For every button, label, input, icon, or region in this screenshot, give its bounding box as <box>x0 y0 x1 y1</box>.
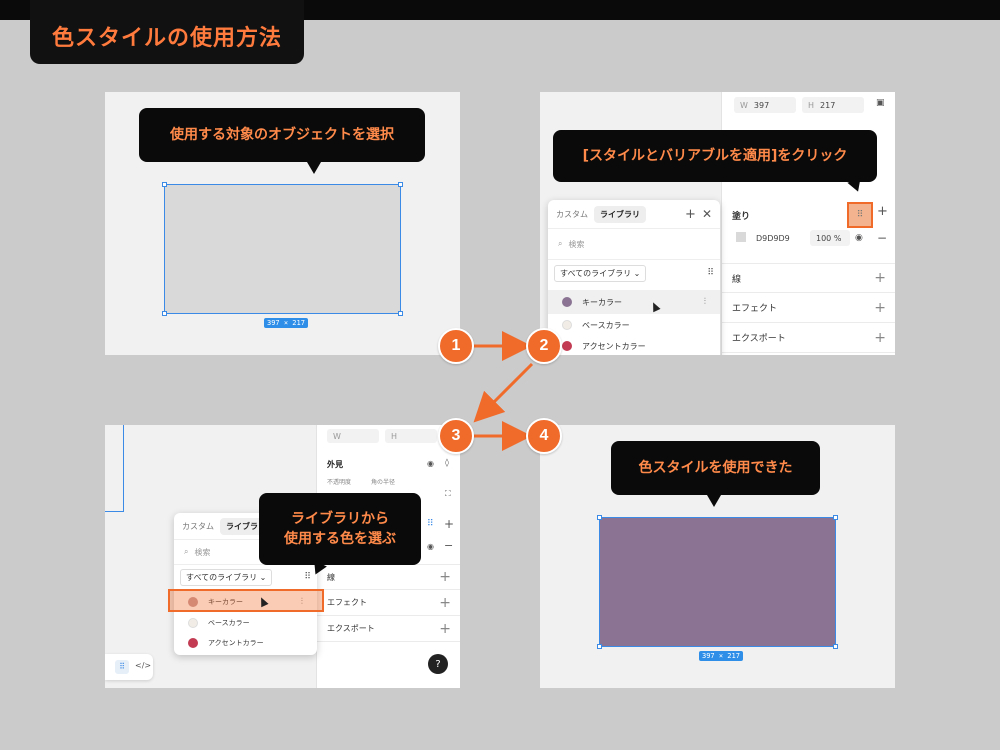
eye-icon[interactable]: ◉ <box>427 459 434 468</box>
callout-style-applied: 色スタイルを使用できた <box>611 441 820 507</box>
list-item-base-color[interactable]: ベースカラー <box>548 314 720 336</box>
grid-view-icon[interactable]: ⠿ <box>707 268 714 278</box>
design-mode-icon[interactable]: ⠿ <box>115 660 129 674</box>
library-dropdown[interactable]: すべてのライブラリ ⌄ <box>180 568 273 586</box>
adjust-icon[interactable]: ⫶ <box>704 297 706 307</box>
search-icon: ⌕ <box>184 547 189 556</box>
height-field[interactable]: H 217 <box>802 97 864 113</box>
panel-step-1: 使用する対象のオブジェクトを選択 397 × 217 <box>105 92 460 355</box>
page-title: 色スタイルの使用方法 <box>30 0 304 64</box>
panel-step-2: W 397 H 217 ▣ 塗り ⠿ + D9D9D9 100 % ◉ − 線 + エ… <box>540 92 895 355</box>
resize-handle[interactable] <box>398 311 403 316</box>
styles-grid-icon: ⠿ <box>856 210 864 220</box>
swatch <box>562 297 572 307</box>
arrow-2-to-3 <box>473 362 534 423</box>
drop-icon: ◊ <box>445 458 449 467</box>
callout-apply-style: [スタイルとバリアブルを適用]をクリック <box>553 130 877 195</box>
selected-rectangle[interactable] <box>164 184 401 314</box>
help-button[interactable]: ? <box>428 654 448 674</box>
resize-handle[interactable] <box>597 515 602 520</box>
key-color-highlight[interactable] <box>168 589 324 612</box>
styles-grid-icon[interactable]: ⠿ <box>427 519 434 529</box>
remove-fill-icon[interactable]: − <box>877 231 887 245</box>
resize-handle[interactable] <box>398 182 403 187</box>
remove-fill-icon[interactable]: − <box>444 539 453 552</box>
step-badge-1: 1 <box>438 328 474 364</box>
add-icon[interactable]: + <box>685 207 696 222</box>
tab-custom[interactable]: カスタム <box>182 521 214 532</box>
add-fill-icon[interactable]: + <box>444 517 454 531</box>
tab-library[interactable]: ライブラリ <box>594 205 646 223</box>
step-badge-3: 3 <box>438 418 474 454</box>
callout-select-object: 使用する対象のオブジェクトを選択 <box>139 108 425 174</box>
resize-handle[interactable] <box>833 644 838 649</box>
apply-style-button-highlight[interactable]: ⠿ <box>847 202 873 228</box>
effect-section: エフェクト + <box>722 293 895 323</box>
height-field[interactable]: H <box>385 429 437 443</box>
callout-choose-color: ライブラリから 使用する色を選ぶ <box>259 493 421 578</box>
step-badge-4: 4 <box>526 418 562 454</box>
export-section: エクスポート + <box>317 616 460 642</box>
close-icon[interactable]: ✕ <box>702 207 712 221</box>
callout-text: 使用する対象のオブジェクトを選択 <box>170 127 394 143</box>
add-fill-icon[interactable]: + <box>877 204 888 219</box>
fill-hex-field[interactable]: D9D9D9 <box>750 230 810 246</box>
bottom-toolbar: ⠿ </> <box>105 654 153 680</box>
resize-handle[interactable] <box>162 182 167 187</box>
panel-step-4: 色スタイルを使用できた 397 × 217 <box>540 425 895 688</box>
canvas-frame-edge <box>105 425 124 512</box>
list-item-accent-color[interactable]: アクセントカラー <box>174 633 317 653</box>
eye-icon[interactable]: ◉ <box>427 542 434 551</box>
swatch <box>562 320 572 330</box>
resize-icon[interactable]: ▣ <box>876 98 885 108</box>
step-badge-2: 2 <box>526 328 562 364</box>
resize-handle[interactable] <box>597 644 602 649</box>
appearance-heading: 外見 <box>327 460 343 469</box>
resize-handle[interactable] <box>833 515 838 520</box>
fill-swatch[interactable] <box>736 232 746 242</box>
export-section: エクスポート + <box>722 323 895 353</box>
swatch <box>188 638 198 648</box>
list-item-accent-color[interactable]: アクセントカラー <box>548 336 720 355</box>
library-dropdown[interactable]: すべてのライブラリ ⌄ <box>554 264 647 282</box>
width-field[interactable]: W 397 <box>734 97 796 113</box>
expand-icon[interactable]: ⛶ <box>445 489 451 499</box>
list-item-key-color[interactable]: キーカラー ⫶ <box>548 290 720 314</box>
dimension-label: 397 × 217 <box>264 318 308 328</box>
radius-label: 角の半径 <box>371 479 396 486</box>
search-icon: ⌕ <box>558 239 563 248</box>
grid-view-icon[interactable]: ⠿ <box>304 572 311 582</box>
tab-custom[interactable]: カスタム <box>556 209 588 220</box>
swatch <box>188 618 198 628</box>
list-item-base-color[interactable]: ベースカラー <box>174 613 317 633</box>
stroke-section: 線 + <box>722 263 895 293</box>
swatch <box>562 341 572 351</box>
code-icon[interactable]: </> <box>135 661 151 670</box>
styled-rectangle[interactable] <box>599 517 836 647</box>
effect-section: エフェクト + <box>317 590 460 616</box>
search-input[interactable]: 検索 <box>568 239 584 250</box>
dimension-label: 397 × 217 <box>699 651 743 661</box>
resize-handle[interactable] <box>162 311 167 316</box>
search-input[interactable]: 検索 <box>194 547 210 558</box>
library-popover: カスタム ライブラリ + ✕ ⌕ 検索 すべてのライブラリ ⌄ ⠿ キーカラー … <box>548 200 720 355</box>
opacity-label: 不透明度 <box>327 479 352 486</box>
stroke-section: 線 + <box>317 564 460 590</box>
panel-step-3: W H 外見 ◉ ◊ 不透明度 角の半径 ⛶ ⠿ + ◉ − 線 + エフェクト +… <box>105 425 460 688</box>
fill-opacity-field[interactable]: 100 % <box>810 230 850 246</box>
eye-icon[interactable]: ◉ <box>855 233 863 243</box>
width-field[interactable]: W <box>327 429 379 443</box>
